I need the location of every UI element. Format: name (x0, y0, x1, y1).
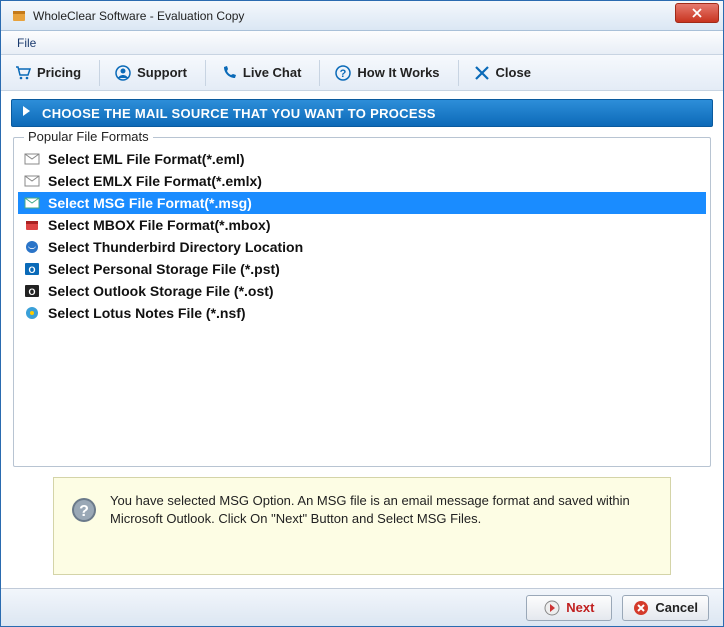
eml-icon (24, 151, 40, 167)
format-item-eml[interactable]: Select EML File Format(*.eml) (18, 148, 706, 170)
formats-frame: Popular File Formats Select EML File For… (13, 137, 711, 467)
thunderbird-icon (24, 239, 40, 255)
cart-icon (14, 64, 32, 82)
info-icon: ? (70, 496, 98, 524)
window-close-button[interactable] (675, 3, 719, 23)
svg-text:O: O (28, 265, 35, 275)
next-arrow-icon (544, 600, 560, 616)
question-icon: ? (334, 64, 352, 82)
format-item-nsf-label: Select Lotus Notes File (*.nsf) (48, 305, 246, 321)
svg-text:?: ? (79, 503, 89, 520)
format-item-ost-label: Select Outlook Storage File (*.ost) (48, 283, 274, 299)
toolbar-livechat-label: Live Chat (243, 65, 302, 80)
toolbar-livechat[interactable]: Live Chat (205, 60, 308, 86)
titlebar[interactable]: WholeClear Software - Evaluation Copy (1, 1, 723, 31)
format-item-thunderbird[interactable]: Select Thunderbird Directory Location (18, 236, 706, 258)
format-item-msg[interactable]: Select MSG File Format(*.msg) (18, 192, 706, 214)
menubar: File (1, 31, 723, 55)
banner-arrow-icon (20, 104, 34, 123)
nsf-icon (24, 305, 40, 321)
toolbar-howitworks-label: How It Works (357, 65, 439, 80)
cancel-button[interactable]: Cancel (622, 595, 709, 621)
toolbar-support-label: Support (137, 65, 187, 80)
headset-icon (114, 64, 132, 82)
msg-icon (24, 195, 40, 211)
phone-icon (220, 64, 238, 82)
mbox-icon (24, 217, 40, 233)
formats-legend: Popular File Formats (24, 129, 153, 144)
toolbar-pricing[interactable]: Pricing (7, 60, 87, 86)
menu-file[interactable]: File (9, 34, 44, 52)
toolbar-pricing-label: Pricing (37, 65, 81, 80)
format-item-pst-label: Select Personal Storage File (*.pst) (48, 261, 280, 277)
next-button-label: Next (566, 600, 594, 615)
toolbar-support[interactable]: Support (99, 60, 193, 86)
format-item-mbox[interactable]: Select MBOX File Format(*.mbox) (18, 214, 706, 236)
ost-icon: O (24, 283, 40, 299)
app-window: WholeClear Software - Evaluation Copy Fi… (0, 0, 724, 627)
pst-icon: O (24, 261, 40, 277)
app-icon (11, 8, 27, 24)
cancel-button-label: Cancel (655, 600, 698, 615)
format-list: Select EML File Format(*.eml) Select EML… (18, 148, 706, 324)
info-text: You have selected MSG Option. An MSG fil… (110, 492, 654, 528)
format-item-emlx[interactable]: Select EMLX File Format(*.emlx) (18, 170, 706, 192)
window-title: WholeClear Software - Evaluation Copy (33, 9, 244, 23)
format-item-eml-label: Select EML File Format(*.eml) (48, 151, 245, 167)
format-item-emlx-label: Select EMLX File Format(*.emlx) (48, 173, 262, 189)
toolbar-howitworks[interactable]: ? How It Works (319, 60, 445, 86)
format-item-thunderbird-label: Select Thunderbird Directory Location (48, 239, 303, 255)
info-box: ? You have selected MSG Option. An MSG f… (53, 477, 671, 575)
next-button[interactable]: Next (526, 595, 612, 621)
banner-text: CHOOSE THE MAIL SOURCE THAT YOU WANT TO … (42, 106, 436, 121)
format-item-msg-label: Select MSG File Format(*.msg) (48, 195, 252, 211)
toolbar-close[interactable]: Close (458, 60, 537, 86)
format-item-ost[interactable]: O Select Outlook Storage File (*.ost) (18, 280, 706, 302)
toolbar-close-label: Close (496, 65, 531, 80)
format-item-nsf[interactable]: Select Lotus Notes File (*.nsf) (18, 302, 706, 324)
toolbar: Pricing Support Live Chat ? How It Works… (1, 55, 723, 91)
svg-text:?: ? (340, 68, 347, 80)
svg-text:O: O (28, 287, 35, 297)
banner: CHOOSE THE MAIL SOURCE THAT YOU WANT TO … (11, 99, 713, 127)
format-item-mbox-label: Select MBOX File Format(*.mbox) (48, 217, 270, 233)
format-item-pst[interactable]: O Select Personal Storage File (*.pst) (18, 258, 706, 280)
cancel-x-icon (633, 600, 649, 616)
content-area: Popular File Formats Select EML File For… (13, 137, 711, 588)
emlx-icon (24, 173, 40, 189)
close-icon (473, 64, 491, 82)
footer: Next Cancel (1, 588, 723, 626)
